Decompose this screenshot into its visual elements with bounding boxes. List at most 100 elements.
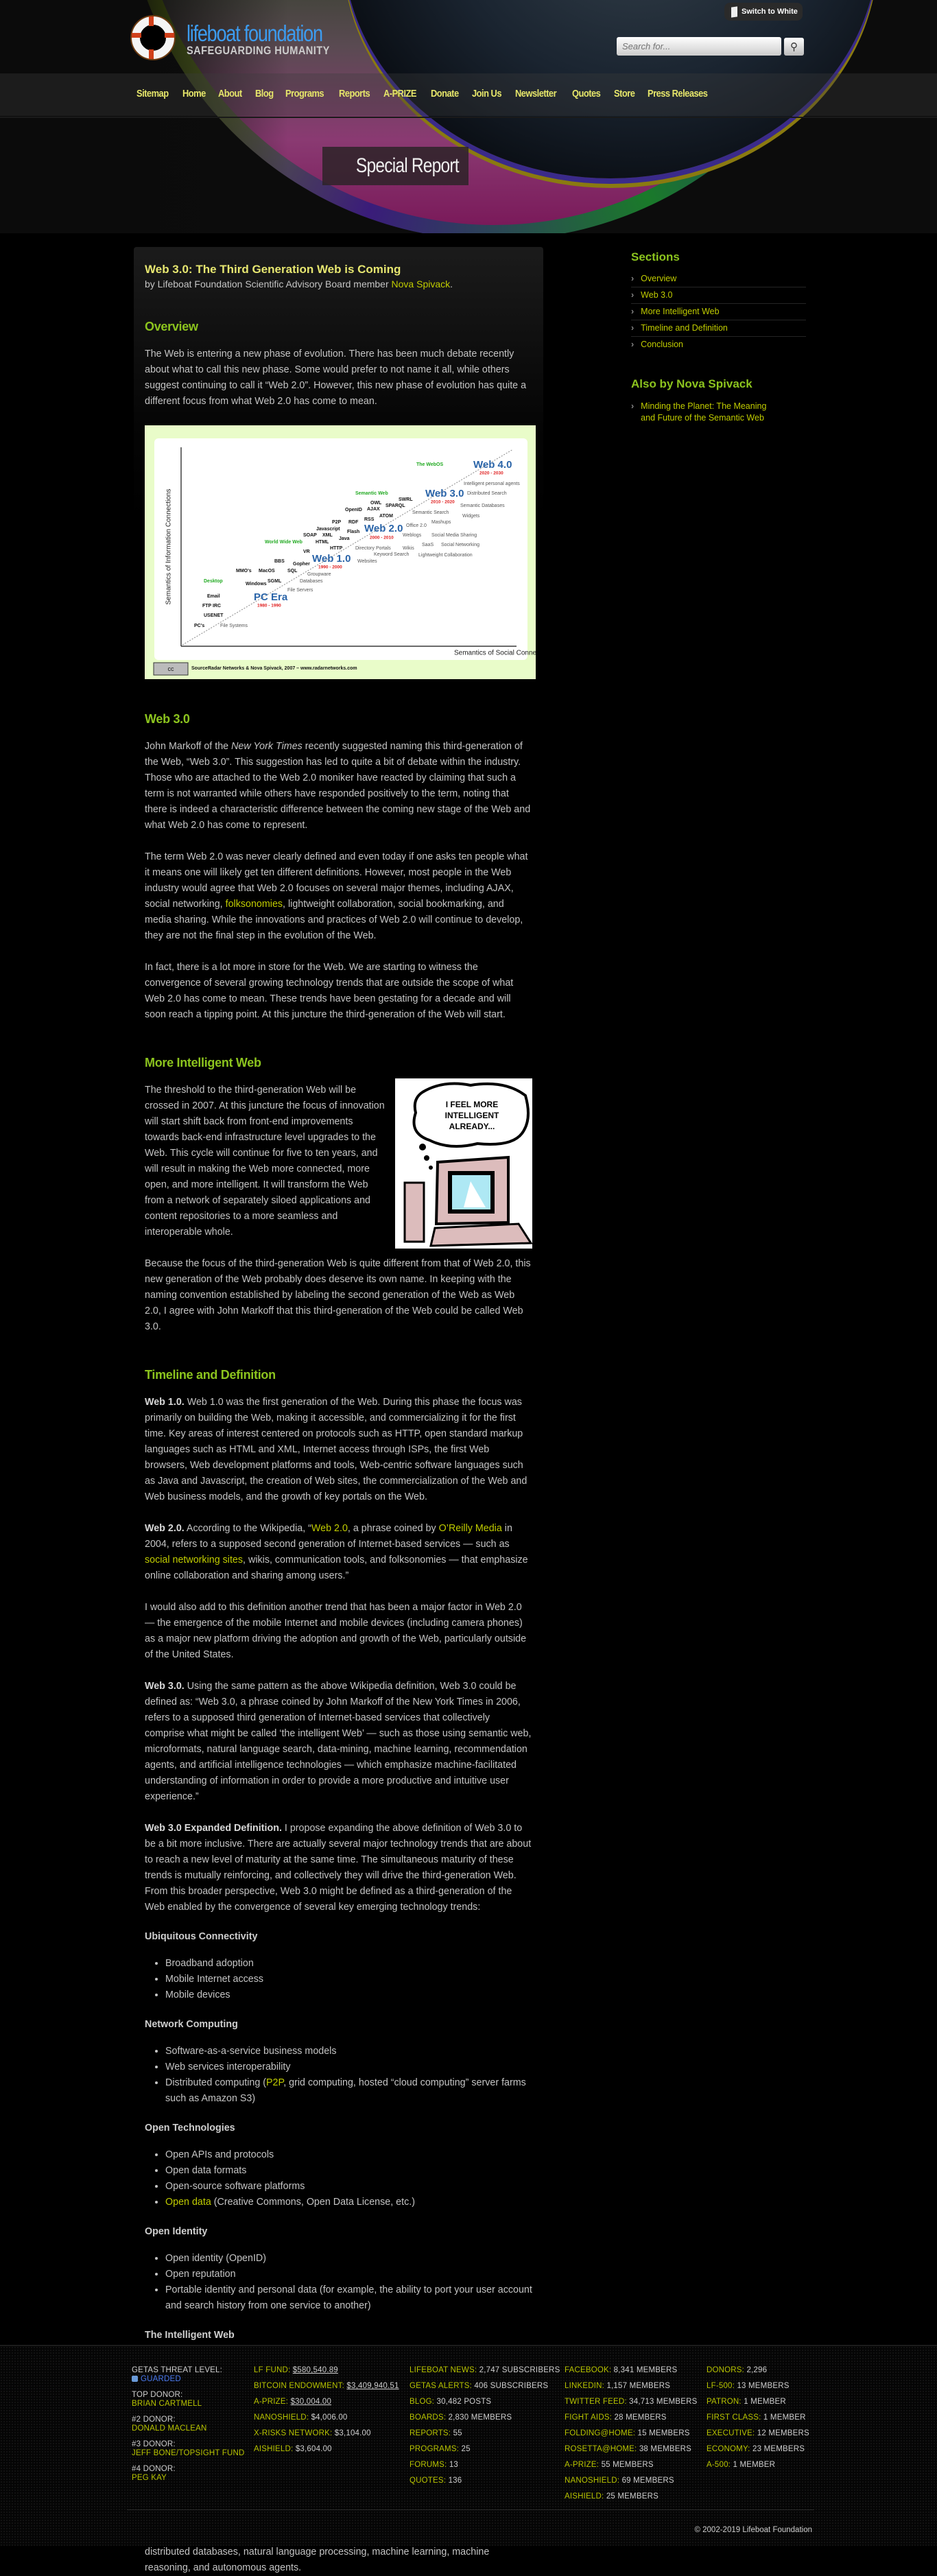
phase-label: Desktop [204, 579, 223, 584]
footer-stat[interactable]: ROSETTA@HOME: 38 MEMBERS [565, 2445, 697, 2461]
inline-link[interactable]: Open data [165, 2197, 211, 2208]
search-input[interactable] [617, 37, 781, 56]
text-segment: The Web is entering a new phase of evolu… [145, 348, 527, 407]
bullet-list: Software-as-a-service business models Web… [165, 2044, 532, 2107]
switch-to-white-button[interactable]: Switch to White [724, 3, 803, 21]
donor-entry: TOP DONOR: BRIAN CARTMELL [132, 2391, 245, 2415]
technology-label: SOAP [303, 533, 317, 538]
nav-reports[interactable]: Reports [339, 88, 370, 99]
footer-stat[interactable]: AISHIELD: $3,604.00 [254, 2445, 399, 2461]
list-item: Open reputation [165, 2267, 532, 2282]
page-icon [731, 5, 737, 18]
sidebar-item-web-3-0[interactable]: › Web 3.0 [631, 287, 806, 304]
nav-a-prize[interactable]: A-PRIZE [383, 88, 417, 99]
chevron-right-icon: › [631, 323, 634, 333]
footer-stat[interactable]: NANOSHIELD: $4,006.00 [254, 2413, 399, 2429]
footer-stat[interactable]: LIFEBOAT NEWS: 2,747 SUBSCRIBERS [410, 2366, 560, 2382]
footer-stat[interactable]: AISHIELD: 25 MEMBERS [565, 2492, 697, 2508]
threat-level-value[interactable]: GUARDED [132, 2375, 245, 2384]
application-label: Mashups [431, 520, 451, 525]
footer-stat[interactable]: NANOSHIELD: 69 MEMBERS [565, 2477, 697, 2492]
footer-stat[interactable]: LF FUND: $580,540.89 [254, 2366, 399, 2382]
footer-stat[interactable]: PROGRAMS: 25 [410, 2445, 560, 2461]
footer-stat[interactable]: FIRST CLASS: 1 MEMBER [707, 2413, 809, 2429]
footer-stat[interactable]: X-RISKS NETWORK: $3,104.00 [254, 2429, 399, 2445]
footer-stat[interactable]: PATRON: 1 MEMBER [707, 2398, 809, 2413]
nav-about[interactable]: About [218, 88, 242, 99]
era-years: 2010 - 2020 [431, 500, 455, 505]
footer-stat[interactable]: TWITTER FEED: 34,713 MEMBERS [565, 2398, 697, 2413]
sidebar-item-overview[interactable]: › Overview [631, 271, 806, 287]
donor-name[interactable]: BRIAN CARTMELL [132, 2400, 245, 2409]
text-segment: New York Times [231, 741, 303, 752]
footer-stat[interactable]: EXECUTIVE: 12 MEMBERS [707, 2429, 809, 2445]
lifebuoy-logo-icon[interactable] [132, 16, 174, 59]
footer-stat[interactable]: QUOTES: 136 [410, 2477, 560, 2492]
technology-label: PC's [194, 624, 204, 628]
nav-quotes[interactable]: Quotes [572, 88, 601, 99]
footer-stat[interactable]: LF-500: 13 MEMBERS [707, 2382, 809, 2398]
footer-stat[interactable]: BITCOIN ENDOWMENT: $3,409,940.51 [254, 2382, 399, 2398]
application-label: Keyword Search [374, 552, 409, 557]
subheading: Open Identity [145, 2226, 208, 2237]
threat-level: GETAS THREAT LEVEL: GUARDED [132, 2366, 245, 2391]
era-label: Web 1.0 [312, 553, 351, 565]
inline-link[interactable]: O’Reilly Media [439, 1523, 502, 1534]
nav-store[interactable]: Store [614, 88, 635, 99]
text-segment: Open identity (OpenID) [165, 2253, 267, 2264]
sidebar-item-more-intelligent-web[interactable]: › More Intelligent Web [631, 304, 806, 320]
footer-stat[interactable]: GETAS ALERTS: 406 SUBSCRIBERS [410, 2382, 560, 2398]
nav-donate[interactable]: Donate [431, 88, 459, 99]
inline-link[interactable]: social networking sites [145, 1555, 243, 1565]
subheading: Ubiquitous Connectivity [145, 1931, 258, 1942]
technology-label: OpenID [345, 508, 362, 512]
footer-stat[interactable]: FORUMS: 13 [410, 2461, 560, 2477]
nav-newsletter[interactable]: Newsletter [515, 88, 557, 99]
technology-label: RDF [348, 520, 359, 525]
footer-stat[interactable]: A-PRIZE: $30,004.00 [254, 2398, 399, 2413]
thought-bubble-text: ALREADY... [449, 1122, 495, 1131]
footer-stat[interactable]: REPORTS: 55 [410, 2429, 560, 2445]
footer-stat[interactable]: BOARDS: 2,830 MEMBERS [410, 2413, 560, 2429]
nav-press-releases[interactable]: Press Releases [648, 88, 708, 99]
footer-stat[interactable]: FIGHT AIDS: 28 MEMBERS [565, 2413, 697, 2429]
sidebar-item-timeline-and-definition[interactable]: › Timeline and Definition [631, 320, 806, 337]
footer-stat[interactable]: BLOG: 30,482 POSTS [410, 2398, 560, 2413]
nav-sitemap[interactable]: Sitemap [137, 88, 169, 99]
inline-link[interactable]: Web 2.0 [311, 1523, 348, 1534]
nav-blog[interactable]: Blog [255, 88, 274, 99]
application-label: Databases [300, 579, 323, 584]
web-evolution-diagram: Semantics of Information Connections Sema… [145, 425, 536, 679]
author-link[interactable]: Nova Spivack [392, 279, 451, 289]
text-segment: Web 1.0. [145, 1397, 185, 1408]
text-segment: John Markoff of the [145, 741, 232, 752]
footer-stat[interactable]: FACEBOOK: 8,341 MEMBERS [565, 2366, 697, 2382]
donor-name[interactable]: PEG KAY [132, 2474, 245, 2483]
list-item: Open identity (OpenID) [165, 2251, 532, 2267]
list-item: Mobile devices [165, 1987, 532, 2003]
sidebar-item-conclusion[interactable]: › Conclusion [631, 337, 806, 353]
inline-link[interactable]: folksonomies [226, 899, 283, 910]
donor-name[interactable]: DONALD MACLEAN [132, 2424, 245, 2433]
search-button[interactable]: ⚲ [784, 38, 804, 56]
footer-stat[interactable]: LINKEDIN: 1,157 MEMBERS [565, 2382, 697, 2398]
footer-stat[interactable]: FOLDING@HOME: 15 MEMBERS [565, 2429, 697, 2445]
nav-home[interactable]: Home [182, 88, 206, 99]
text-segment: Open data formats [165, 2165, 247, 2176]
era-years: 2020 - 2030 [479, 471, 503, 476]
nav-join-us[interactable]: Join Us [472, 88, 502, 99]
footer-stat[interactable]: DONORS: 2,296 [707, 2366, 809, 2382]
footer-stat[interactable]: A-500: 1 MEMBER [707, 2461, 809, 2477]
technology-label: VR [303, 550, 310, 554]
logo-title[interactable]: lifeboat foundation [187, 21, 323, 47]
text-segment: Web 1.0 was the first generation of the … [145, 1397, 527, 1502]
technology-label: ATOM [379, 514, 393, 519]
related-article-link[interactable]: › Minding the Planet: The Meaning and Fut… [631, 398, 782, 427]
shield-icon [132, 2376, 138, 2382]
footer-stat[interactable]: A-PRIZE: 55 MEMBERS [565, 2461, 697, 2477]
donor-entry: #3 DONOR: JEFF BONE/TOPSIGHT FUND [132, 2440, 245, 2458]
inline-link[interactable]: P2P [266, 2077, 283, 2088]
nav-programs[interactable]: Programs [285, 88, 324, 99]
footer-stat[interactable]: ECONOMY: 23 MEMBERS [707, 2445, 809, 2461]
donor-name[interactable]: JEFF BONE/TOPSIGHT FUND [132, 2449, 245, 2458]
